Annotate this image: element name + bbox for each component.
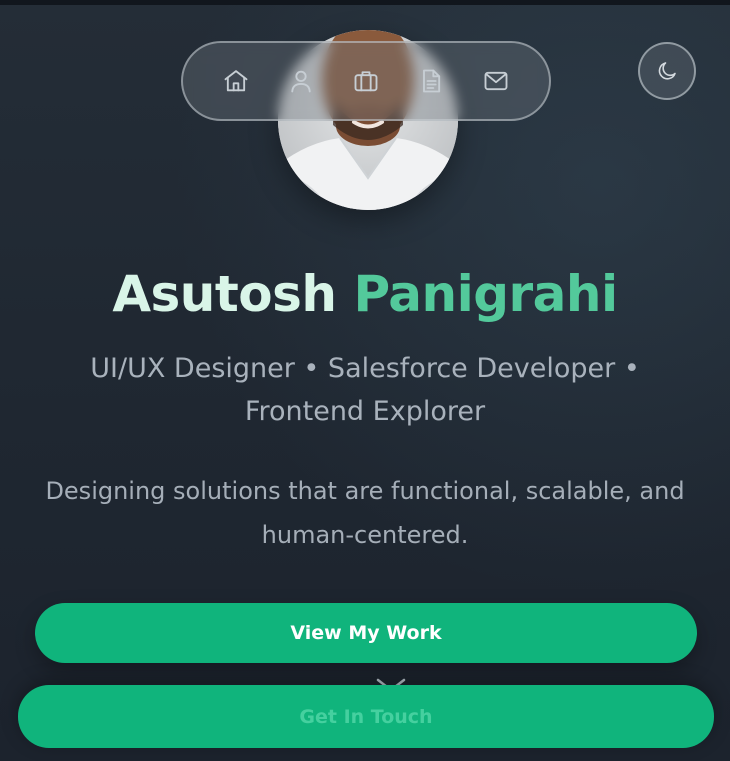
moon-icon (658, 62, 676, 80)
name-last: Panigrahi (353, 265, 618, 323)
hero-roles: UI/UX Designer • Salesforce Developer • … (90, 353, 640, 427)
top-edge-bar (0, 0, 730, 5)
nav-work[interactable] (350, 65, 382, 97)
document-icon (423, 69, 441, 93)
name-first: Asutosh (112, 265, 337, 323)
nav-contact[interactable] (480, 65, 512, 97)
mail-icon (484, 71, 508, 91)
hero-tagline: Designing solutions that are functional,… (45, 477, 685, 549)
hero-name: Asutosh Panigrahi (0, 262, 730, 326)
nav-home[interactable] (220, 65, 252, 97)
floating-navbar (181, 41, 551, 121)
theme-toggle-button[interactable] (638, 42, 696, 100)
nav-resume[interactable] (415, 65, 447, 97)
view-my-work-button[interactable]: View My Work (35, 603, 697, 663)
user-icon (291, 70, 311, 93)
nav-about[interactable] (285, 65, 317, 97)
get-in-touch-button[interactable]: Get In Touch (18, 685, 714, 748)
briefcase-icon (354, 71, 378, 92)
home-icon (224, 70, 248, 92)
